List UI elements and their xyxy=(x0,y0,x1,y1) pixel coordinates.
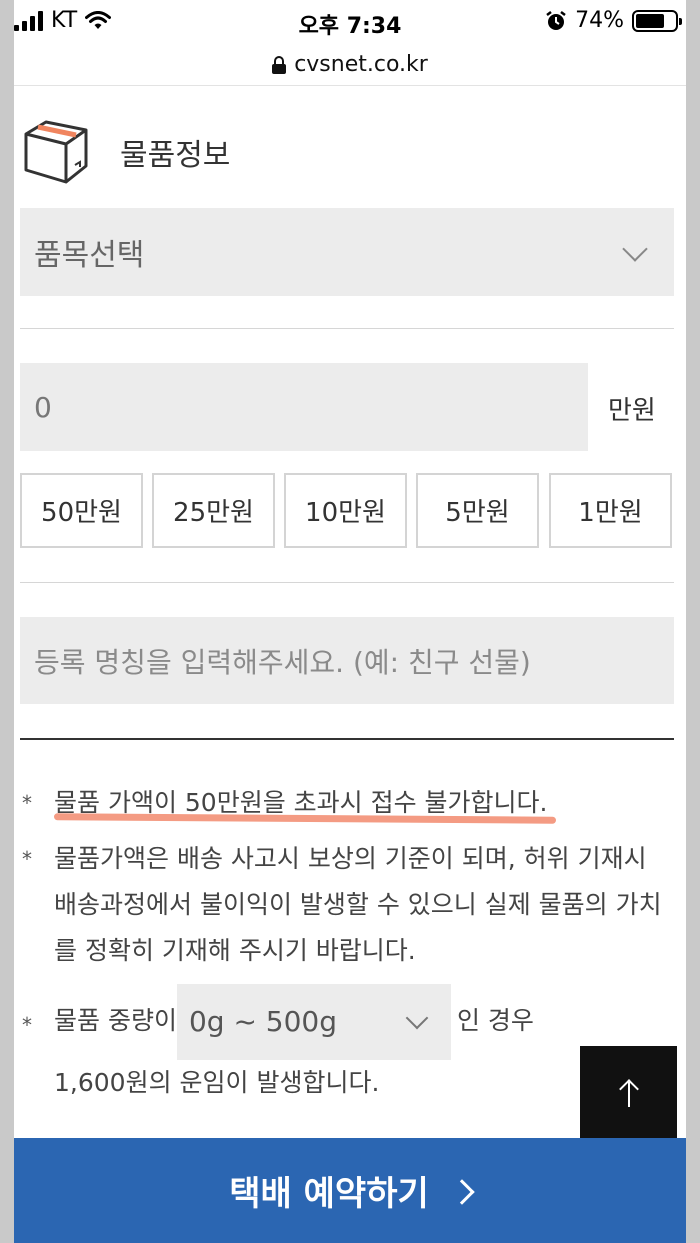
battery-fill xyxy=(636,13,665,28)
notice-text: 물품가액은 배송 사고시 보상의 기준이 되며, 허위 기재시 배송과정에서 불… xyxy=(54,844,662,965)
arrow-up-icon xyxy=(627,1081,630,1107)
notice-item: * 물품 가액이 50만원을 초과시 접수 불가합니다. xyxy=(20,780,674,826)
status-right: 74% xyxy=(545,8,682,33)
notice-item: * 물품 중량이 0g ~ 500g 인 경우 1,600원의 운임이 발생합니다. xyxy=(20,984,674,1106)
section-header: 물품정보 xyxy=(20,116,230,188)
amount-input[interactable]: 0 xyxy=(20,363,588,451)
scroll-to-top-button[interactable] xyxy=(580,1046,677,1142)
phone-screen: KT 오후 7:34 74% cvsnet.co.kr 물품정보 품목선택 0 … xyxy=(14,0,686,1243)
bullet-star: * xyxy=(22,791,32,815)
weight-suffix: 인 경우 xyxy=(456,1006,534,1035)
amount-10k-button[interactable]: 1만원 xyxy=(549,473,672,548)
registration-name-input[interactable]: 등록 명칭을 입력해주세요. (예: 친구 선물) xyxy=(20,617,674,704)
notice-item: * 물품가액은 배송 사고시 보상의 기준이 되며, 허위 기재시 배송과정에서… xyxy=(20,836,674,974)
reserve-label: 택배 예약하기 xyxy=(229,1174,429,1214)
weight-select[interactable]: 0g ~ 500g xyxy=(176,984,451,1060)
amount-value: 0 xyxy=(34,390,52,424)
battery-percent: 74% xyxy=(575,8,624,33)
reserve-delivery-button[interactable]: 택배 예약하기 xyxy=(14,1138,686,1243)
registration-name-placeholder: 등록 명칭을 입력해주세요. (예: 친구 선물) xyxy=(34,645,531,679)
amount-100k-button[interactable]: 10만원 xyxy=(284,473,407,548)
weight-prefix: 물품 중량이 xyxy=(54,1006,177,1035)
address-bar[interactable]: cvsnet.co.kr xyxy=(14,44,686,86)
section-title: 물품정보 xyxy=(120,138,231,173)
item-category-value: 품목선택 xyxy=(34,238,145,273)
amount-500k-button[interactable]: 50만원 xyxy=(20,473,143,548)
box-icon xyxy=(24,120,88,184)
amount-250k-button[interactable]: 25만원 xyxy=(152,473,275,548)
notice-list: * 물품 가액이 50만원을 초과시 접수 불가합니다. * 물품가액은 배송 … xyxy=(20,780,674,1116)
highlighted-notice: 물품 가액이 50만원을 초과시 접수 불가합니다. xyxy=(54,780,548,826)
item-category-select[interactable]: 품목선택 xyxy=(20,208,674,296)
amount-unit: 만원 xyxy=(608,396,656,426)
chevron-down-icon xyxy=(622,236,648,262)
chevron-right-icon xyxy=(449,1178,475,1205)
lock-icon xyxy=(272,55,287,74)
status-bar: KT 오후 7:34 74% xyxy=(14,0,686,44)
divider xyxy=(20,582,674,583)
battery-icon xyxy=(632,9,682,32)
divider xyxy=(20,328,674,329)
url-text: cvsnet.co.kr xyxy=(294,52,428,77)
chevron-down-icon xyxy=(405,1006,429,1030)
bullet-star: * xyxy=(22,847,32,871)
alarm-icon xyxy=(546,10,566,30)
weight-select-value: 0g ~ 500g xyxy=(188,1005,338,1038)
amount-50k-button[interactable]: 5만원 xyxy=(416,473,539,548)
shipping-fee-text: 1,600원의 운임이 발생합니다. xyxy=(54,1068,380,1097)
section-divider xyxy=(20,738,674,740)
bullet-star: * xyxy=(22,1013,32,1037)
